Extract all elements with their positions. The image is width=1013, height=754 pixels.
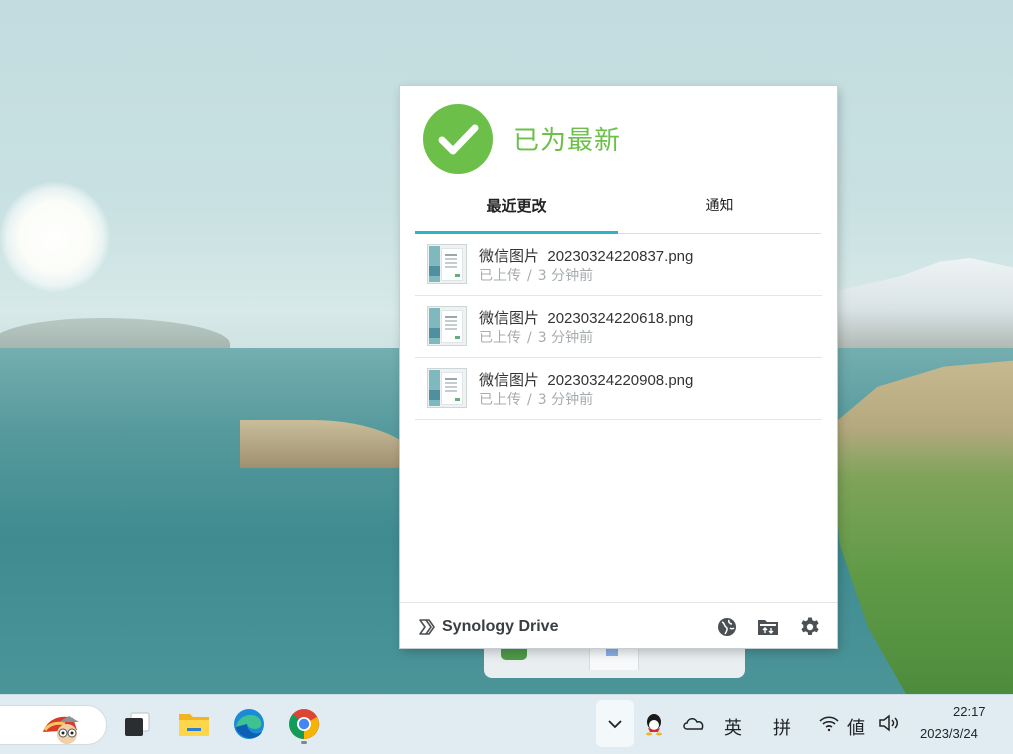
image-thumbnail — [427, 306, 467, 346]
image-thumbnail — [427, 244, 467, 284]
upload-time: 3 分钟前 — [537, 392, 594, 408]
sun — [0, 182, 110, 292]
image-thumbnail — [427, 368, 467, 408]
clipped-tray-glyph: 値 — [847, 718, 865, 739]
brand: Synology Drive — [417, 617, 558, 637]
upload-state: 已上传 — [479, 392, 521, 408]
ime-mode-indicator[interactable]: 拼 — [773, 714, 791, 740]
file-explorer-icon[interactable] — [177, 707, 211, 741]
recent-files-list: 微信图片 20230324220837.png 已上传 / 3 分钟前 微信图片 2… — [415, 234, 822, 420]
mountains — [820, 258, 1013, 350]
file-status: 已上传 / 3 分钟前 — [479, 265, 593, 285]
file-name: 微信图片 20230324220618.png — [479, 307, 693, 328]
popup-footer: Synology Drive — [400, 602, 837, 648]
file-row[interactable]: 微信图片 20230324220618.png 已上传 / 3 分钟前 — [415, 296, 822, 358]
separator: / — [527, 268, 532, 284]
synology-drive-logo-icon — [419, 619, 435, 635]
far-land — [0, 318, 230, 352]
file-status: 已上传 / 3 分钟前 — [479, 389, 593, 409]
clock-time[interactable]: 22:17 — [953, 704, 986, 719]
synology-drive-popup: 已为最新 最近更改 通知 微信图片 20230324220837.png 已上传… — [400, 86, 837, 648]
file-name-suffix: 20230324220618.png — [547, 310, 694, 327]
file-name: 微信图片 20230324220837.png — [479, 245, 693, 266]
chrome-icon[interactable] — [287, 707, 321, 741]
qq-icon[interactable] — [643, 712, 665, 736]
chrome-running-indicator — [301, 741, 307, 744]
taskbar-search-box[interactable] — [0, 705, 107, 745]
show-hidden-icons-button[interactable] — [596, 700, 634, 747]
file-row[interactable]: 微信图片 20230324220837.png 已上传 / 3 分钟前 — [415, 234, 822, 296]
file-name-prefix: 微信图片 — [479, 371, 540, 389]
background-green-shape — [501, 646, 527, 660]
gear-icon[interactable] — [799, 616, 821, 638]
file-name-suffix: 20230324220908.png — [547, 372, 694, 389]
separator: / — [527, 392, 532, 408]
upload-time: 3 分钟前 — [537, 268, 594, 284]
separator: / — [527, 330, 532, 346]
wifi-icon[interactable] — [818, 714, 840, 732]
file-name-suffix: 20230324220837.png — [547, 248, 694, 265]
file-name-prefix: 微信图片 — [479, 247, 540, 265]
tab-bar: 最近更改 通知 — [415, 192, 821, 234]
upload-state: 已上传 — [479, 330, 521, 346]
file-status: 已上传 / 3 分钟前 — [479, 327, 593, 347]
upload-time: 3 分钟前 — [537, 330, 594, 346]
brand-name: Synology Drive — [442, 618, 559, 635]
ime-language-indicator[interactable]: 英 — [724, 714, 742, 740]
globe-icon[interactable] — [716, 616, 738, 638]
clock-date[interactable]: 2023/3/24 — [920, 726, 978, 741]
onedrive-icon[interactable] — [682, 714, 706, 732]
chevron-down-icon — [608, 720, 622, 729]
checkmark-icon — [423, 104, 493, 174]
folder-sync-icon[interactable] — [757, 616, 779, 638]
tab-recent-changes[interactable]: 最近更改 — [415, 192, 618, 234]
edge-icon[interactable] — [232, 707, 266, 741]
task-view-icon[interactable] — [120, 707, 154, 741]
tab-notifications[interactable]: 通知 — [618, 192, 821, 234]
file-row[interactable]: 微信图片 20230324220908.png 已上传 / 3 分钟前 — [415, 358, 822, 420]
search-mascot-icon — [43, 716, 79, 744]
volume-icon[interactable] — [878, 714, 900, 732]
file-name-prefix: 微信图片 — [479, 309, 540, 327]
sync-status-text: 已为最新 — [513, 126, 622, 156]
file-name: 微信图片 20230324220908.png — [479, 369, 693, 390]
upload-state: 已上传 — [479, 268, 521, 284]
